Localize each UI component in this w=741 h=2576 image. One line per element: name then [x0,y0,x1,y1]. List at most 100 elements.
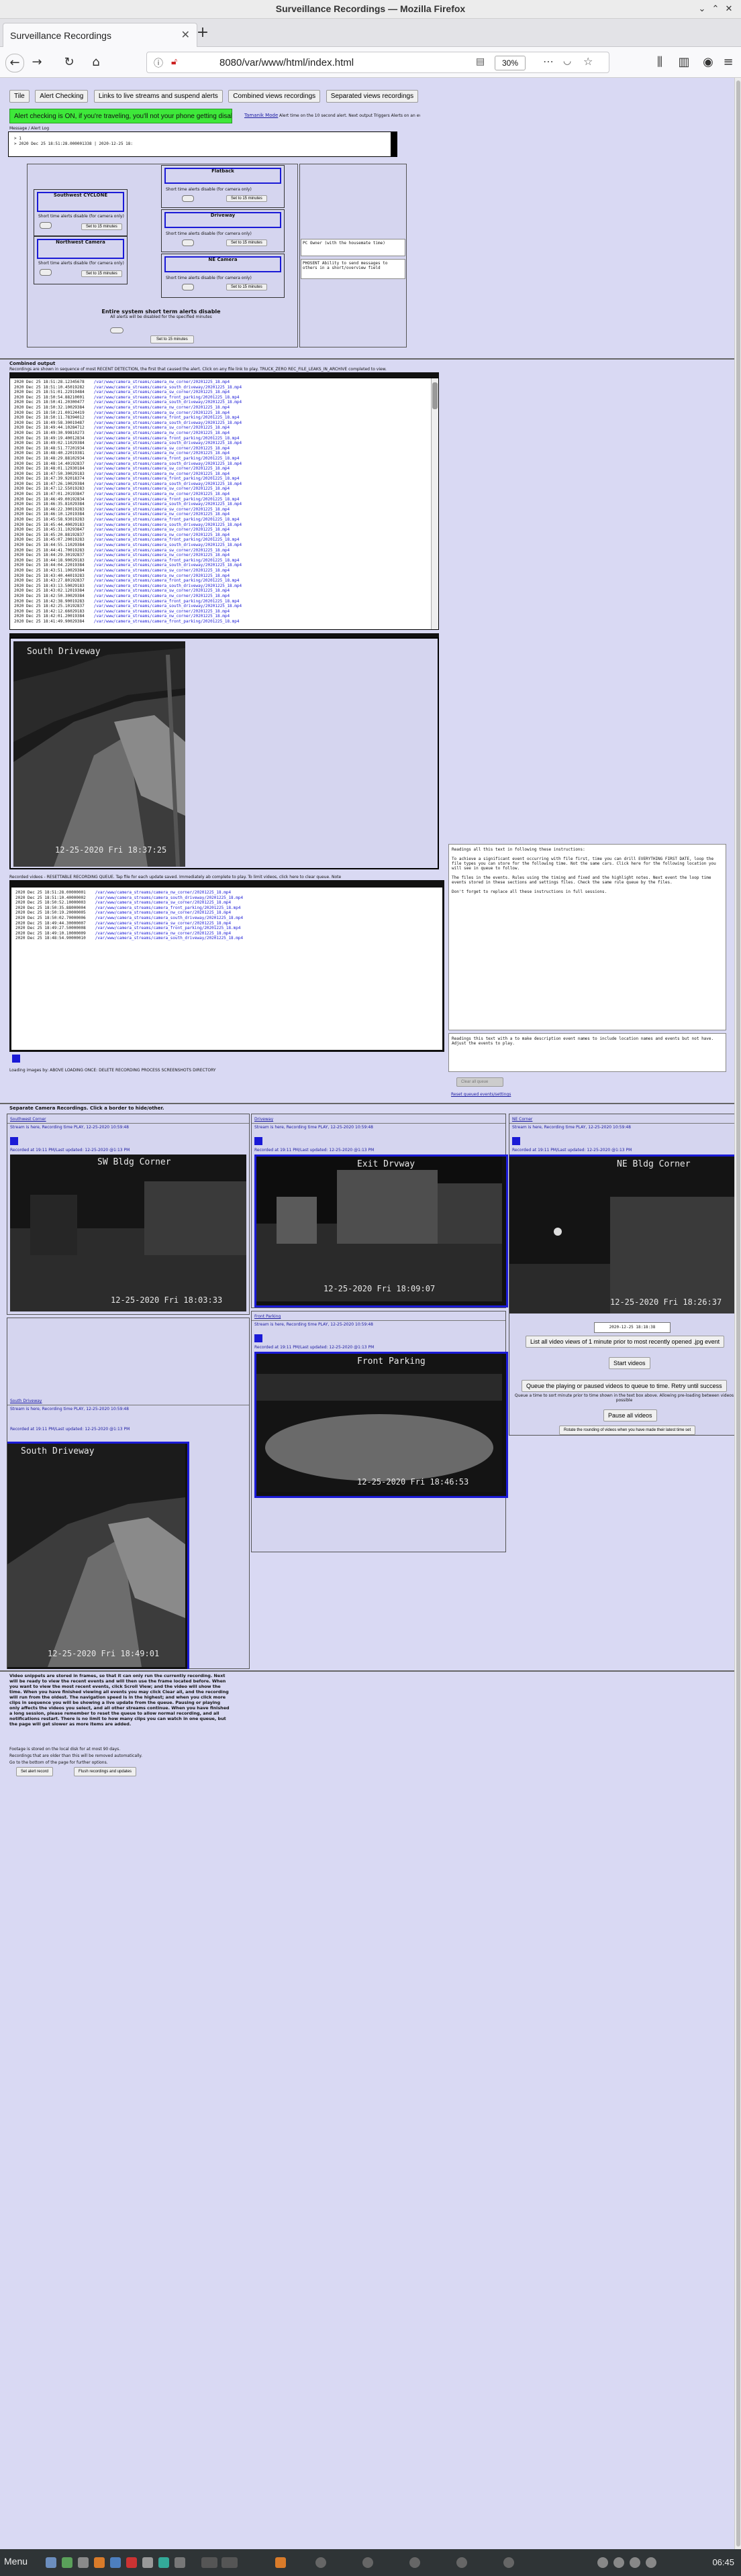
all-alerts-button[interactable]: Set to 15 minutes [150,335,194,343]
log-file-link[interactable]: /var/www/camera_streams/camera_nw_corner… [94,533,230,537]
nav-live-streams-button[interactable]: Links to live streams and suspend alerts [93,90,223,103]
log-file-row[interactable]: 2020 Dec 25 18:46:49.00192834/var/www/ca… [14,497,434,502]
camera-name-link[interactable]: Front Parking [254,1314,281,1319]
disable-toggle[interactable] [182,239,194,246]
log-file-link[interactable]: /var/www/camera_streams/camera_front_par… [94,415,240,420]
disable-toggle[interactable] [40,222,52,229]
queue-time-input[interactable]: 2020-12-25 18:18:38 [594,1322,671,1333]
notification-icon[interactable] [646,2557,656,2568]
tab-surveillance[interactable]: Surveillance Recordings ✕ [3,23,197,47]
log-file-link[interactable]: /var/www/camera_streams/camera_sw_corner… [95,921,231,926]
tab-close-icon[interactable]: ✕ [181,28,190,41]
log-file-row[interactable]: 2020 Dec 25 18:50:52.10000003/var/www/ca… [15,900,438,906]
log-file-row[interactable]: 2020 Dec 25 18:49:02.11029384/var/www/ca… [14,441,434,446]
log-file-link[interactable]: /var/www/camera_streams/camera_sw_corner… [94,568,230,573]
log-file-link[interactable]: /var/www/camera_streams/camera_south_dri… [94,462,242,466]
log-file-link[interactable]: /var/www/camera_streams/camera_south_dri… [94,421,242,425]
start-menu-button[interactable]: Menu [4,2556,28,2567]
log-file-row[interactable]: 2020 Dec 25 18:47:12.55019283/var/www/ca… [14,486,434,492]
terminal-icon[interactable] [78,2557,89,2568]
log-file-link[interactable]: /var/www/camera_streams/camera_nw_corner… [94,594,230,598]
log-file-link[interactable]: /var/www/camera_streams/camera_nw_corner… [95,890,231,895]
log-file-row[interactable]: 2020 Dec 25 18:45:58.93019283/var/www/ca… [14,517,434,523]
log-file-row[interactable]: 2020 Dec 25 18:49:44.30000007/var/www/ca… [15,921,438,926]
log-file-link[interactable]: /var/www/camera_streams/camera_front_par… [94,619,240,624]
minimize-icon[interactable]: ⌄ [697,4,707,15]
log-file-row[interactable]: 2020 Dec 25 18:51:10.40000002/var/www/ca… [15,896,438,901]
disable-button[interactable]: Set to 15 minutes [226,239,267,246]
log-file-row[interactable]: 2020 Dec 25 18:48:01.12930184/var/www/ca… [14,466,434,472]
log-file-row[interactable]: 2020 Dec 25 18:45:20.88192837/var/www/ca… [14,533,434,538]
log-file-link[interactable]: /var/www/camera_streams/camera_nw_corner… [94,574,230,578]
log-file-link[interactable]: /var/www/camera_streams/camera_front_par… [94,517,240,522]
log-file-row[interactable]: 2020 Dec 25 18:43:40.44019283/var/www/ca… [14,574,434,579]
app-icon-1[interactable] [110,2557,121,2568]
close-icon[interactable]: ✕ [724,4,734,15]
log-file-link[interactable]: /var/www/camera_streams/camera_sw_corner… [94,588,230,593]
log-file-row[interactable]: 2020 Dec 25 18:44:55.11029384/var/www/ca… [14,543,434,548]
log-file-row[interactable]: 2020 Dec 25 18:49:19.40012834/var/www/ca… [14,436,434,441]
log-scrollbar[interactable] [431,378,438,629]
log-file-link[interactable]: /var/www/camera_streams/camera_nw_corner… [94,405,230,410]
log-file-row[interactable]: 2020 Dec 25 18:41:49.90029384/var/www/ca… [14,619,434,625]
log-file-row[interactable]: 2020 Dec 25 18:45:31.10293847/var/www/ca… [14,527,434,533]
log-file-row[interactable]: 2020 Dec 25 18:50:54.88210001/var/www/ca… [14,395,434,400]
log-file-row[interactable]: 2020 Dec 25 18:42:12.66029183/var/www/ca… [14,609,434,614]
log-file-row[interactable]: 2020 Dec 25 18:43:27.80192837/var/www/ca… [14,578,434,584]
instructions-textarea-2[interactable]: Readings this text with a to make descri… [448,1033,726,1072]
log-file-link[interactable]: /var/www/camera_streams/camera_front_par… [94,476,240,481]
flush-recordings-button[interactable]: Flush recordings and updates [74,1767,137,1776]
instructions-textarea[interactable]: Readings all this text in following thes… [448,844,726,1030]
nav-tile-button[interactable]: Tile [9,90,30,103]
log-file-link[interactable]: /var/www/camera_streams/camera_nw_corner… [94,472,230,476]
window-button-2[interactable] [221,2557,238,2568]
log-file-link[interactable]: /var/www/camera_streams/camera_south_dri… [95,916,243,920]
log-file-link[interactable]: /var/www/camera_streams/camera_front_par… [94,436,240,441]
log-file-link[interactable]: /var/www/camera_streams/camera_front_par… [94,456,240,461]
log-file-link[interactable]: /var/www/camera_streams/camera_south_dri… [94,482,242,486]
log-file-row[interactable]: 2020 Dec 25 18:49:44.10284712/var/www/ca… [14,425,434,431]
log-file-row[interactable]: 2020 Dec 25 18:43:02.12019384/var/www/ca… [14,588,434,594]
pause-videos-button[interactable]: Pause all videos [603,1409,657,1421]
log-file-row[interactable]: 2020 Dec 25 18:48:40.22019381/var/www/ca… [14,451,434,456]
log-file-row[interactable]: 2020 Dec 25 18:48:14.40192837/var/www/ca… [14,462,434,467]
network-icon[interactable] [597,2557,608,2568]
log-file-row[interactable]: 2020 Dec 25 18:50:19.20000005/var/www/ca… [15,910,438,916]
camera-video-driveway[interactable]: Exit Drvway 12-25-2020 Fri 18:09:07 [254,1155,508,1307]
log-file-link[interactable]: /var/www/camera_streams/camera_nw_corner… [94,512,230,517]
start-videos-button[interactable]: Start videos [609,1357,650,1369]
log-file-row[interactable]: 2020 Dec 25 18:46:22.30019283/var/www/ca… [14,507,434,513]
window-button-6[interactable] [409,2557,420,2568]
camera-name-link[interactable]: Driveway [254,1117,273,1122]
log-file-row[interactable]: 2020 Dec 25 18:46:10.12019384/var/www/ca… [14,512,434,517]
log-file-link[interactable]: /var/www/camera_streams/camera_south_dri… [94,563,242,568]
log-file-link[interactable]: /var/www/camera_streams/camera_nw_corner… [94,431,230,435]
log-file-row[interactable]: 2020 Dec 25 18:50:35.88000004/var/www/ca… [15,906,438,911]
log-file-row[interactable]: 2020 Dec 25 18:51:28.12345678/var/www/ca… [14,380,434,385]
log-file-link[interactable]: /var/www/camera_streams/camera_front_par… [95,926,241,930]
log-file-row[interactable]: 2020 Dec 25 18:43:13.50029183/var/www/ca… [14,584,434,589]
menu-icon[interactable]: ≡ [720,54,737,71]
log-file-row[interactable]: 2020 Dec 25 18:45:07.20019283/var/www/ca… [14,537,434,543]
maximize-icon[interactable]: ⌃ [710,4,721,15]
log-file-link[interactable]: /var/www/camera_streams/camera_sw_corner… [94,609,230,614]
log-file-row[interactable]: 2020 Dec 25 18:42:01.20019384/var/www/ca… [14,614,434,619]
log-file-row[interactable]: 2020 Dec 25 18:49:30.99810273/var/www/ca… [14,431,434,436]
set-alert-record-button[interactable]: Set alert record [16,1767,54,1776]
disable-toggle[interactable] [182,284,194,290]
log-file-link[interactable]: /var/www/camera_streams/camera_nw_corner… [95,910,231,915]
log-file-row[interactable]: 2020 Dec 25 18:44:04.22019384/var/www/ca… [14,563,434,568]
log-file-row[interactable]: 2020 Dec 25 18:49:58.30019487/var/www/ca… [14,421,434,426]
pocket-icon[interactable]: ◡ [563,56,571,66]
log-file-link[interactable]: /var/www/camera_streams/camera_south_dri… [94,523,242,527]
nav-combined-views-button[interactable]: Combined views recordings [228,90,321,103]
log-file-link[interactable]: /var/www/camera_streams/camera_south_dri… [95,936,243,941]
log-file-row[interactable]: 2020 Dec 25 18:44:18.90029183/var/www/ca… [14,558,434,564]
log-file-link[interactable]: /var/www/camera_streams/camera_nw_corner… [94,614,230,619]
log-file-link[interactable]: /var/www/camera_streams/camera_nw_corner… [94,380,230,384]
log-file-row[interactable]: 2020 Dec 25 18:47:39.92018374/var/www/ca… [14,476,434,482]
page-actions-icon[interactable]: ⋯ [543,55,554,68]
queue-log[interactable]: 2020 Dec 25 18:51:28.00000001/var/www/ca… [9,885,444,1052]
window-button-4[interactable] [315,2557,326,2568]
log-file-link[interactable]: /var/www/camera_streams/camera_front_par… [94,497,240,502]
